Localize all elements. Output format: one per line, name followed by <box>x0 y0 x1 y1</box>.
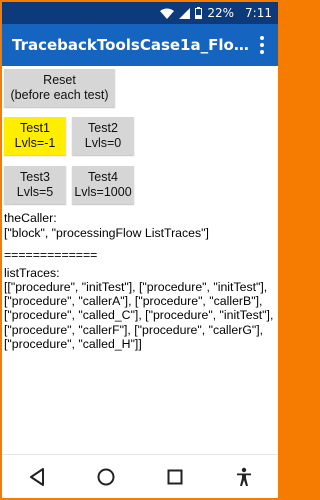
caller-value: ["block", "processingFlow ListTraces"] <box>4 226 209 240</box>
wifi-icon <box>160 8 175 19</box>
home-icon[interactable] <box>86 459 126 495</box>
accessibility-icon[interactable] <box>224 459 264 495</box>
reset-button[interactable]: Reset (before each test) <box>4 69 115 107</box>
signal-icon <box>179 7 191 19</box>
battery-percent: 22% <box>207 6 235 20</box>
device-screen: 22% 7:11 TracebackToolsCase1a_Flow1... R… <box>2 2 278 498</box>
clock: 7:11 <box>245 6 272 20</box>
battery-icon <box>195 7 203 19</box>
test1-button-label: Test1 <box>20 121 50 135</box>
test2-button[interactable]: Test2 Lvls=0 <box>72 117 134 155</box>
test3-button[interactable]: Test3 Lvls=5 <box>4 166 66 204</box>
caller-label: theCaller: <box>4 211 57 225</box>
test2-button-sublabel: Lvls=0 <box>84 136 122 150</box>
test4-button-sublabel: Lvls=1000 <box>74 185 132 199</box>
test1-button[interactable]: Test1 Lvls=-1 <box>4 117 66 155</box>
separator-line: ============= <box>4 248 98 262</box>
app-bar: TracebackToolsCase1a_Flow1... <box>2 24 278 66</box>
list-traces-label: listTraces: <box>4 266 60 280</box>
reset-button-sublabel: (before each test) <box>10 88 109 102</box>
test2-button-label: Test2 <box>88 121 118 135</box>
test4-button[interactable]: Test4 Lvls=1000 <box>72 166 134 204</box>
test3-button-label: Test3 <box>20 170 50 184</box>
overflow-menu-icon[interactable] <box>254 36 270 54</box>
navigation-bar <box>2 454 278 498</box>
test3-button-sublabel: Lvls=5 <box>16 185 54 199</box>
app-title: TracebackToolsCase1a_Flow1... <box>12 36 254 54</box>
main-content: Reset (before each test) Test1 Lvls=-1 T… <box>2 66 278 454</box>
test4-button-label: Test4 <box>88 170 118 184</box>
list-traces-value: [["procedure", "initTest"], ["procedure"… <box>4 280 277 351</box>
recents-icon[interactable] <box>155 459 195 495</box>
reset-button-label: Reset <box>43 73 76 87</box>
back-icon[interactable] <box>17 459 57 495</box>
status-bar: 22% 7:11 <box>2 2 278 24</box>
test1-button-sublabel: Lvls=-1 <box>14 136 56 150</box>
